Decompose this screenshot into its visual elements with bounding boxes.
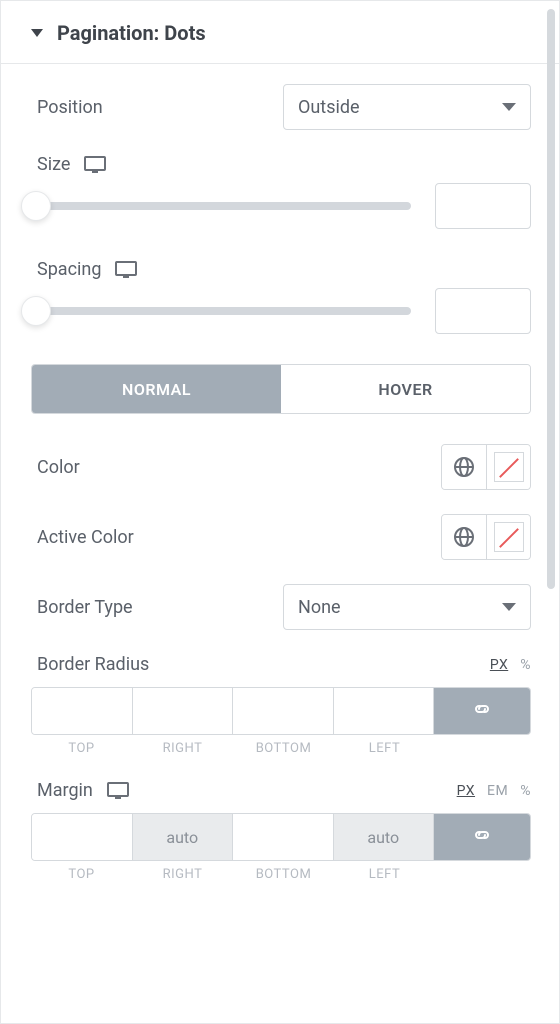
desktop-icon[interactable] <box>115 261 137 279</box>
side-left: LEFT <box>334 867 435 882</box>
size-input[interactable] <box>435 183 531 229</box>
state-tabs: NORMAL HOVER <box>31 364 531 414</box>
slider-thumb[interactable] <box>21 296 51 326</box>
margin-inputs: auto auto <box>31 813 531 861</box>
caret-down-icon <box>31 29 43 37</box>
side-bottom: BOTTOM <box>233 867 334 882</box>
unit-px[interactable]: PX <box>490 657 508 673</box>
link-values-button[interactable] <box>434 814 530 860</box>
unit-px[interactable]: PX <box>457 783 475 799</box>
border-radius-right[interactable] <box>133 688 234 734</box>
global-color-button[interactable] <box>442 445 486 489</box>
border-radius-units: PX % <box>490 657 531 673</box>
spacing-input[interactable] <box>435 288 531 334</box>
side-top: TOP <box>31 741 132 756</box>
margin-right[interactable]: auto <box>133 814 234 860</box>
section-title: Pagination: Dots <box>57 21 206 45</box>
side-top: TOP <box>31 867 132 882</box>
position-select[interactable]: Outside <box>283 84 531 130</box>
spacing-label: Spacing <box>37 259 101 280</box>
globe-icon <box>453 456 475 478</box>
desktop-icon[interactable] <box>107 782 129 800</box>
empty-swatch-icon <box>494 452 524 482</box>
margin-units: PX EM % <box>457 783 531 799</box>
tab-normal[interactable]: NORMAL <box>32 365 281 413</box>
link-icon <box>471 698 493 724</box>
desktop-icon[interactable] <box>84 156 106 174</box>
border-radius-top[interactable] <box>32 688 133 734</box>
border-radius-inputs <box>31 687 531 735</box>
side-left: LEFT <box>334 741 435 756</box>
empty-swatch-icon <box>494 522 524 552</box>
margin-top[interactable] <box>32 814 133 860</box>
margin-bottom[interactable] <box>233 814 334 860</box>
size-label: Size <box>37 154 70 175</box>
chevron-down-icon <box>502 603 516 611</box>
active-color-swatch[interactable] <box>486 515 530 559</box>
unit-em[interactable]: EM <box>487 783 508 799</box>
color-swatch[interactable] <box>486 445 530 489</box>
color-label: Color <box>37 457 80 478</box>
globe-icon <box>453 526 475 548</box>
border-type-value: None <box>298 597 341 618</box>
unit-pct[interactable]: % <box>520 657 531 673</box>
border-radius-left[interactable] <box>334 688 435 734</box>
slider-thumb[interactable] <box>21 191 51 221</box>
scrollbar[interactable] <box>547 9 555 589</box>
unit-pct[interactable]: % <box>520 783 531 799</box>
chevron-down-icon <box>502 103 516 111</box>
active-color-label: Active Color <box>37 527 134 548</box>
border-radius-bottom[interactable] <box>233 688 334 734</box>
side-bottom: BOTTOM <box>233 741 334 756</box>
size-slider[interactable] <box>23 202 411 210</box>
side-right: RIGHT <box>132 867 233 882</box>
border-type-label: Border Type <box>37 597 133 618</box>
side-right: RIGHT <box>132 741 233 756</box>
position-value: Outside <box>298 97 360 118</box>
link-values-button[interactable] <box>434 688 530 734</box>
link-icon <box>471 824 493 850</box>
position-label: Position <box>37 97 103 118</box>
border-type-select[interactable]: None <box>283 584 531 630</box>
spacing-slider[interactable] <box>23 307 411 315</box>
margin-left[interactable]: auto <box>334 814 435 860</box>
border-radius-label: Border Radius <box>37 654 149 675</box>
margin-label: Margin <box>37 780 93 801</box>
tab-hover[interactable]: HOVER <box>281 365 530 413</box>
global-color-button[interactable] <box>442 515 486 559</box>
section-header[interactable]: Pagination: Dots <box>1 1 559 64</box>
